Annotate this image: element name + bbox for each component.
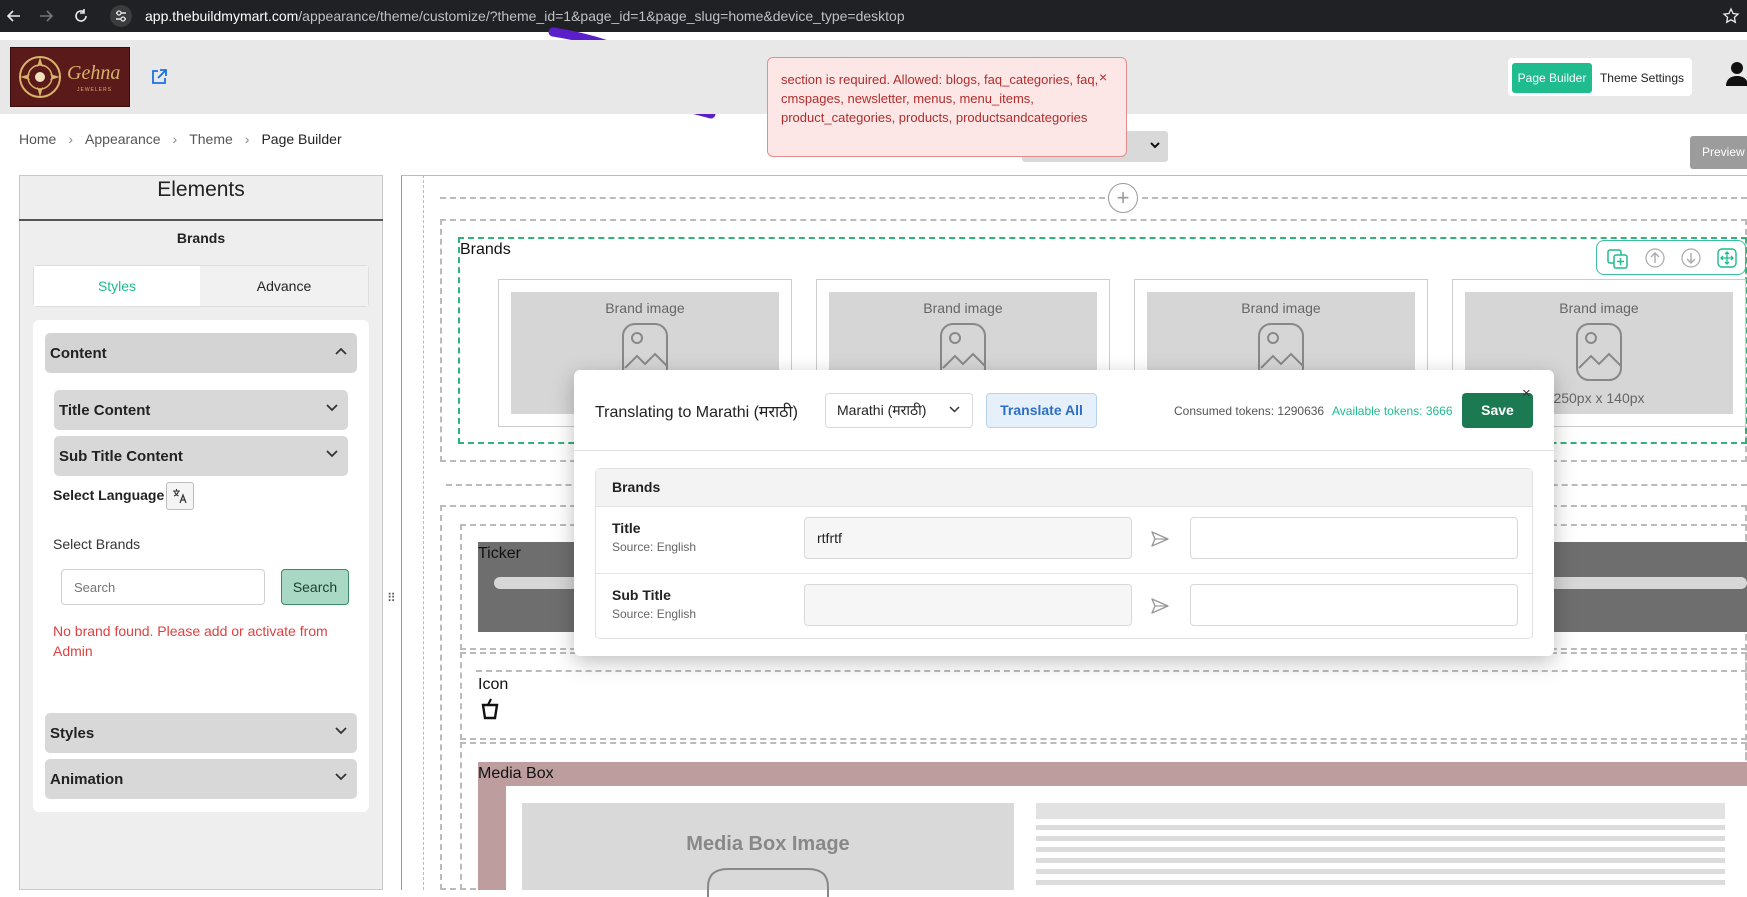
external-link-icon[interactable] <box>150 68 168 86</box>
reload-icon[interactable] <box>73 8 89 24</box>
field-source-language: Source: English <box>612 607 697 621</box>
icon-section[interactable] <box>460 652 1747 740</box>
send-icon[interactable] <box>1149 595 1171 617</box>
add-section-button[interactable]: + <box>1108 183 1138 213</box>
chevron-right-icon: › <box>244 131 250 147</box>
mediabox-image-label: Media Box Image <box>686 833 850 855</box>
breadcrumb-page-builder: Page Builder <box>261 131 342 147</box>
icon-section-title: Icon <box>478 676 509 693</box>
source-text-title[interactable]: rtfrtf <box>804 517 1132 559</box>
mediabox-section-title: Media Box <box>478 765 554 782</box>
divider <box>574 450 1554 451</box>
panel-title: Elements <box>157 178 245 201</box>
duplicate-icon[interactable] <box>1607 249 1629 269</box>
available-tokens: Available tokens: 3666 <box>1332 404 1453 418</box>
cup-icon <box>480 698 500 720</box>
table-header <box>596 469 1532 507</box>
breadcrumb-home[interactable]: Home <box>19 131 56 147</box>
field-label-sub-title: Sub Title <box>612 587 671 603</box>
breadcrumb: Home › Appearance › Theme › Page Builder <box>19 131 342 147</box>
sub-title-content-accordion[interactable]: Sub Title Content <box>54 436 348 476</box>
brand-image-label: Brand image <box>923 300 1003 316</box>
accordion-label: Content <box>50 345 107 362</box>
animation-accordion[interactable]: Animation <box>45 759 357 799</box>
forward-icon[interactable] <box>38 8 54 24</box>
translated-text-sub-title[interactable] <box>1190 584 1518 626</box>
language-select-value: Marathi (मराठी) <box>837 402 927 418</box>
close-icon[interactable]: × <box>1099 69 1107 85</box>
divider <box>19 219 383 221</box>
section-toolbar <box>1596 240 1746 275</box>
brand-image-label: Brand image <box>1241 300 1321 316</box>
address-bar[interactable]: app.thebuildmymart.com/appearance/theme/… <box>145 8 905 24</box>
divider <box>596 573 1532 574</box>
brands-section-title: Brands <box>460 241 511 258</box>
drop-zone-line <box>1142 197 1747 199</box>
divider <box>596 506 1532 507</box>
element-name: Brands <box>176 230 226 246</box>
user-icon[interactable] <box>1726 60 1747 86</box>
move-up-icon[interactable] <box>1645 248 1665 268</box>
chevron-right-icon: › <box>172 131 178 147</box>
content-accordion[interactable]: Content <box>45 333 357 373</box>
translated-text-title[interactable] <box>1190 517 1518 559</box>
tab-styles[interactable]: Styles <box>34 266 200 306</box>
accordion-label: Styles <box>50 725 95 742</box>
brand-image-label: Brand image <box>605 300 685 316</box>
ticker-section-title: Ticker <box>478 545 521 562</box>
field-source-language: Source: English <box>612 540 697 554</box>
chevron-down-icon <box>335 773 347 781</box>
move-down-icon[interactable] <box>1681 248 1701 268</box>
select-brands-label: Select Brands <box>53 536 141 552</box>
language-select[interactable]: Marathi (मराठी) <box>825 393 973 428</box>
field-label-title: Title <box>612 520 641 536</box>
source-text-sub-title[interactable] <box>804 584 1132 626</box>
translate-icon[interactable] <box>166 482 194 510</box>
tab-advance[interactable]: Advance <box>200 266 368 306</box>
accordion-label: Animation <box>50 771 124 788</box>
url-host: app.thebuildmymart.com <box>145 8 299 24</box>
table-section-label: Brands <box>612 479 661 495</box>
logo-text: Gehna <box>67 62 121 84</box>
tab-theme-settings[interactable]: Theme Settings <box>1596 63 1688 93</box>
translate-all-button[interactable]: Translate All <box>986 393 1097 428</box>
bookmark-star-icon[interactable] <box>1722 7 1740 25</box>
back-icon[interactable] <box>6 8 22 24</box>
styles-accordion[interactable]: Styles <box>45 713 357 753</box>
drag-move-icon[interactable] <box>1717 248 1737 268</box>
chevron-down-icon <box>949 406 960 413</box>
mediabox-text-placeholder <box>1036 803 1725 890</box>
modal-title: Translating to Marathi (मराठी) <box>595 404 798 421</box>
brand-search-input[interactable] <box>61 569 265 605</box>
chevron-up-icon <box>335 347 347 355</box>
site-info-icon[interactable] <box>110 5 132 27</box>
panel-resize-handle[interactable]: ⠿ <box>387 591 396 605</box>
close-icon[interactable]: × <box>1522 385 1531 402</box>
brand-logo[interactable]: Gehna JEWELERS <box>10 47 130 107</box>
chevron-down-icon <box>335 727 347 735</box>
search-button[interactable]: Search <box>281 569 349 605</box>
title-content-accordion[interactable]: Title Content <box>54 390 348 430</box>
brand-image-label: Brand image <box>1559 300 1639 316</box>
accordion-label: Title Content <box>59 402 151 419</box>
tab-page-builder[interactable]: Page Builder <box>1512 63 1592 93</box>
logo-subtext: JEWELERS <box>77 87 112 93</box>
breadcrumb-appearance[interactable]: Appearance <box>85 131 161 147</box>
accordion-label: Sub Title Content <box>59 448 183 465</box>
chevron-down-icon <box>326 450 338 458</box>
image-placeholder-icon <box>1576 323 1622 381</box>
drop-zone-line <box>476 670 1747 672</box>
chevron-down-icon <box>326 404 338 412</box>
chevron-right-icon: › <box>68 131 74 147</box>
consumed-tokens: Consumed tokens: 1290636 <box>1174 404 1325 418</box>
breadcrumb-theme[interactable]: Theme <box>189 131 233 147</box>
drop-zone-line <box>440 197 1105 199</box>
preview-button[interactable]: Preview <box>1690 136 1747 169</box>
no-brand-message: No brand found. Please add or activate f… <box>53 623 328 659</box>
select-language-label: Select Language <box>53 487 165 503</box>
send-icon[interactable] <box>1149 528 1171 550</box>
error-message: section is required. Allowed: blogs, faq… <box>781 72 1099 125</box>
